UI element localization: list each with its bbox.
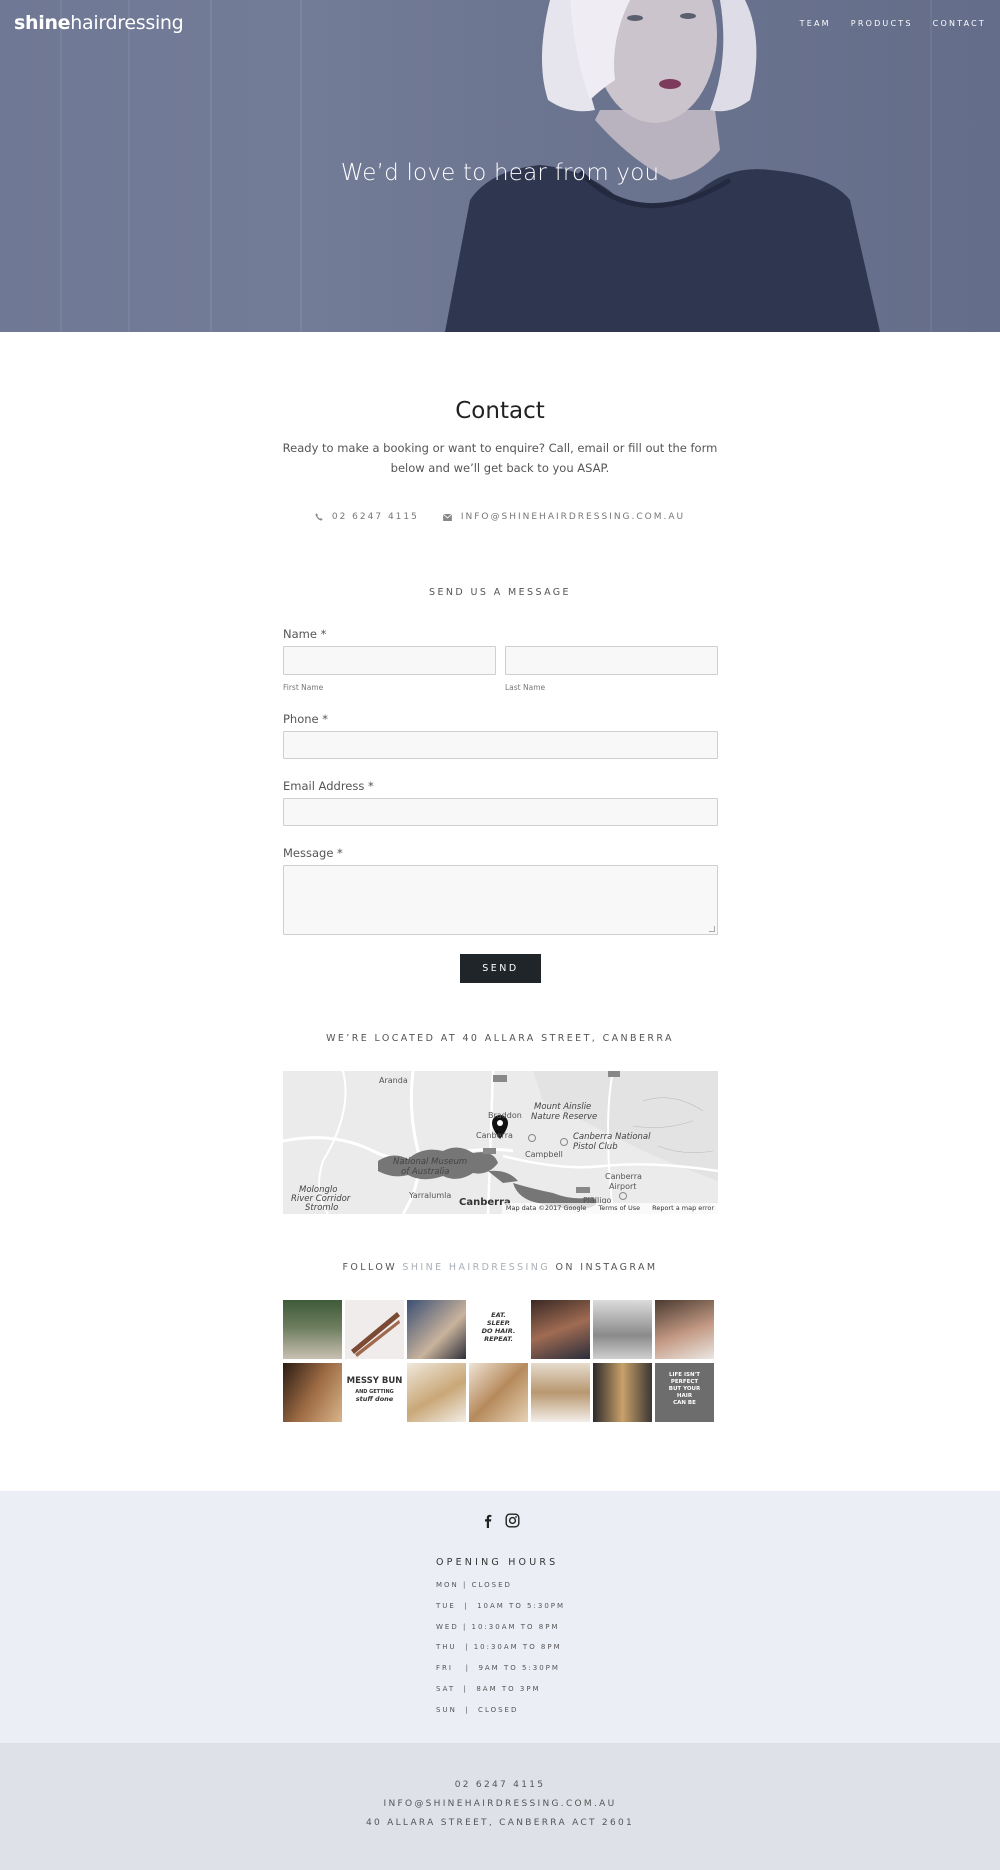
phone-icon: [315, 513, 323, 521]
instagram-post[interactable]: EAT. SLEEP. DO HAIR. REPEAT.: [469, 1300, 528, 1359]
facebook-icon[interactable]: [481, 1513, 495, 1528]
hours-row: WED | 10:30AM TO 8PM: [436, 1623, 560, 1631]
post-text: SLEEP.: [486, 1319, 511, 1327]
nav-contact[interactable]: CONTACT: [933, 19, 986, 28]
map-label: of Australia: [401, 1167, 450, 1177]
contact-intro: Ready to make a booking or want to enqui…: [282, 441, 718, 475]
hero-banner: shinehairdressing TEAM PRODUCTS CONTACT …: [0, 0, 1000, 332]
map-label: Braddon: [488, 1111, 522, 1120]
follow-prefix: FOLLOW: [342, 1262, 403, 1273]
hours-row: THU | 10:30AM TO 8PM: [436, 1643, 562, 1651]
map-label: Campbell: [525, 1150, 563, 1159]
message-textarea[interactable]: [283, 865, 718, 935]
map-data-credit: Map data ©2017 Google: [505, 1204, 587, 1212]
phone-link[interactable]: 02 6247 4115: [315, 512, 419, 522]
location-map[interactable]: Aranda Mount Ainslie Nature Reserve Brad…: [283, 1071, 718, 1214]
instagram-post[interactable]: [655, 1300, 714, 1359]
phone-field[interactable]: [283, 731, 718, 759]
hours-row: FRI | 9AM TO 5:30PM: [436, 1664, 560, 1672]
instagram-post[interactable]: [407, 1363, 466, 1422]
post-text: REPEAT.: [484, 1335, 513, 1343]
main-nav: TEAM PRODUCTS CONTACT: [800, 19, 986, 28]
hours-row: MON | CLOSED: [436, 1581, 512, 1589]
map-terms-link[interactable]: Terms of Use: [598, 1203, 640, 1214]
instagram-post[interactable]: [345, 1300, 404, 1359]
post-text: HAIR: [676, 1393, 693, 1399]
instagram-grid: EAT. SLEEP. DO HAIR. REPEAT. MESSY BUN A…: [283, 1300, 718, 1423]
first-name-field[interactable]: [283, 646, 496, 675]
map-label: Aranda: [379, 1076, 408, 1085]
instagram-post[interactable]: [469, 1363, 528, 1422]
post-text: LIFE ISN'T: [668, 1372, 701, 1378]
opening-hours-title: OPENING HOURS: [436, 1557, 559, 1568]
post-text: MESSY BUN: [346, 1376, 403, 1386]
instagram-post[interactable]: MESSY BUN AND GETTING stuff done: [345, 1363, 404, 1422]
map-label: Canberra: [476, 1131, 513, 1140]
map-label: Yarralumla: [409, 1191, 452, 1200]
hours-row: SUN | CLOSED: [436, 1706, 519, 1714]
site-logo[interactable]: shinehairdressing: [14, 12, 184, 34]
instagram-post[interactable]: [407, 1300, 466, 1359]
nav-products[interactable]: PRODUCTS: [851, 19, 913, 28]
instagram-post[interactable]: [283, 1300, 342, 1359]
instagram-post[interactable]: [531, 1300, 590, 1359]
email-field[interactable]: [283, 798, 718, 826]
contact-phone: 02 6247 4115: [331, 512, 419, 522]
hero-title: We’d love to hear from you: [340, 160, 660, 186]
map-label: Mount Ainslie: [534, 1102, 592, 1112]
location-heading: WE’RE LOCATED AT 40 ALLARA STREET, CANBE…: [326, 1033, 674, 1044]
post-text: stuff done: [355, 1395, 394, 1403]
contact-title: Contact: [455, 398, 545, 424]
footer-address: 40 ALLARA STREET, CANBERRA ACT 2601: [365, 1818, 635, 1828]
map-label: National Museum: [393, 1157, 468, 1167]
resize-handle[interactable]: [709, 926, 715, 932]
map-label: Nature Reserve: [531, 1112, 598, 1122]
post-text: PERFECT: [670, 1379, 699, 1385]
post-text: EAT.: [491, 1311, 506, 1319]
instagram-post[interactable]: [531, 1363, 590, 1422]
instagram-post[interactable]: [283, 1363, 342, 1422]
map-report-link[interactable]: Report a map error: [652, 1203, 714, 1214]
footer-phone[interactable]: 02 6247 4115: [0, 1780, 1000, 1790]
social-links: [0, 1513, 1000, 1528]
last-name-field[interactable]: [505, 646, 718, 675]
map-label: Stromlo: [305, 1203, 339, 1213]
instagram-post[interactable]: [593, 1363, 652, 1422]
post-text: CAN BE: [673, 1400, 696, 1406]
email-label: Email Address *: [283, 779, 374, 793]
phone-label: Phone *: [283, 712, 329, 726]
nav-team[interactable]: TEAM: [800, 19, 831, 28]
contact-email: INFO@SHINEHAIRDRESSING.COM.AU: [460, 512, 686, 522]
send-button[interactable]: SEND: [460, 954, 541, 983]
instagram-post[interactable]: [593, 1300, 652, 1359]
instagram-post[interactable]: LIFE ISN'T PERFECT BUT YOUR HAIR CAN BE: [655, 1363, 714, 1422]
name-label: Name *: [283, 627, 327, 641]
post-text: BUT YOUR: [668, 1386, 701, 1392]
map-label: Airport: [609, 1182, 637, 1191]
first-name-label: First Name: [283, 683, 324, 692]
map-label: Canberra: [605, 1172, 642, 1181]
envelope-icon: [442, 513, 452, 521]
instagram-handle-link[interactable]: SHINE HAIRDRESSING: [402, 1262, 550, 1273]
hours-row: TUE | 10AM TO 5:30PM: [436, 1602, 566, 1610]
footer-email[interactable]: INFO@SHINEHAIRDRESSING.COM.AU: [0, 1799, 1000, 1809]
instagram-heading: FOLLOW SHINE HAIRDRESSING ON INSTAGRAM: [0, 1262, 1000, 1273]
contact-details: 02 6247 4115 INFO@SHINEHAIRDRESSING.COM.…: [0, 512, 1000, 522]
last-name-label: Last Name: [505, 683, 546, 692]
map-attribution: Map data ©2017 Google Terms of Use Repor…: [501, 1203, 718, 1214]
map-graphic: [283, 1071, 718, 1214]
message-label: Message *: [283, 846, 343, 860]
form-heading: SEND US A MESSAGE: [429, 587, 571, 598]
post-text: DO HAIR.: [481, 1327, 516, 1335]
map-label: Pistol Club: [573, 1142, 618, 1152]
email-link[interactable]: INFO@SHINEHAIRDRESSING.COM.AU: [442, 512, 686, 522]
map-label: Canberra National: [573, 1132, 651, 1142]
follow-suffix: ON INSTAGRAM: [550, 1262, 658, 1273]
instagram-icon[interactable]: [505, 1513, 520, 1528]
hours-row: SAT | 8AM TO 3PM: [436, 1685, 541, 1693]
